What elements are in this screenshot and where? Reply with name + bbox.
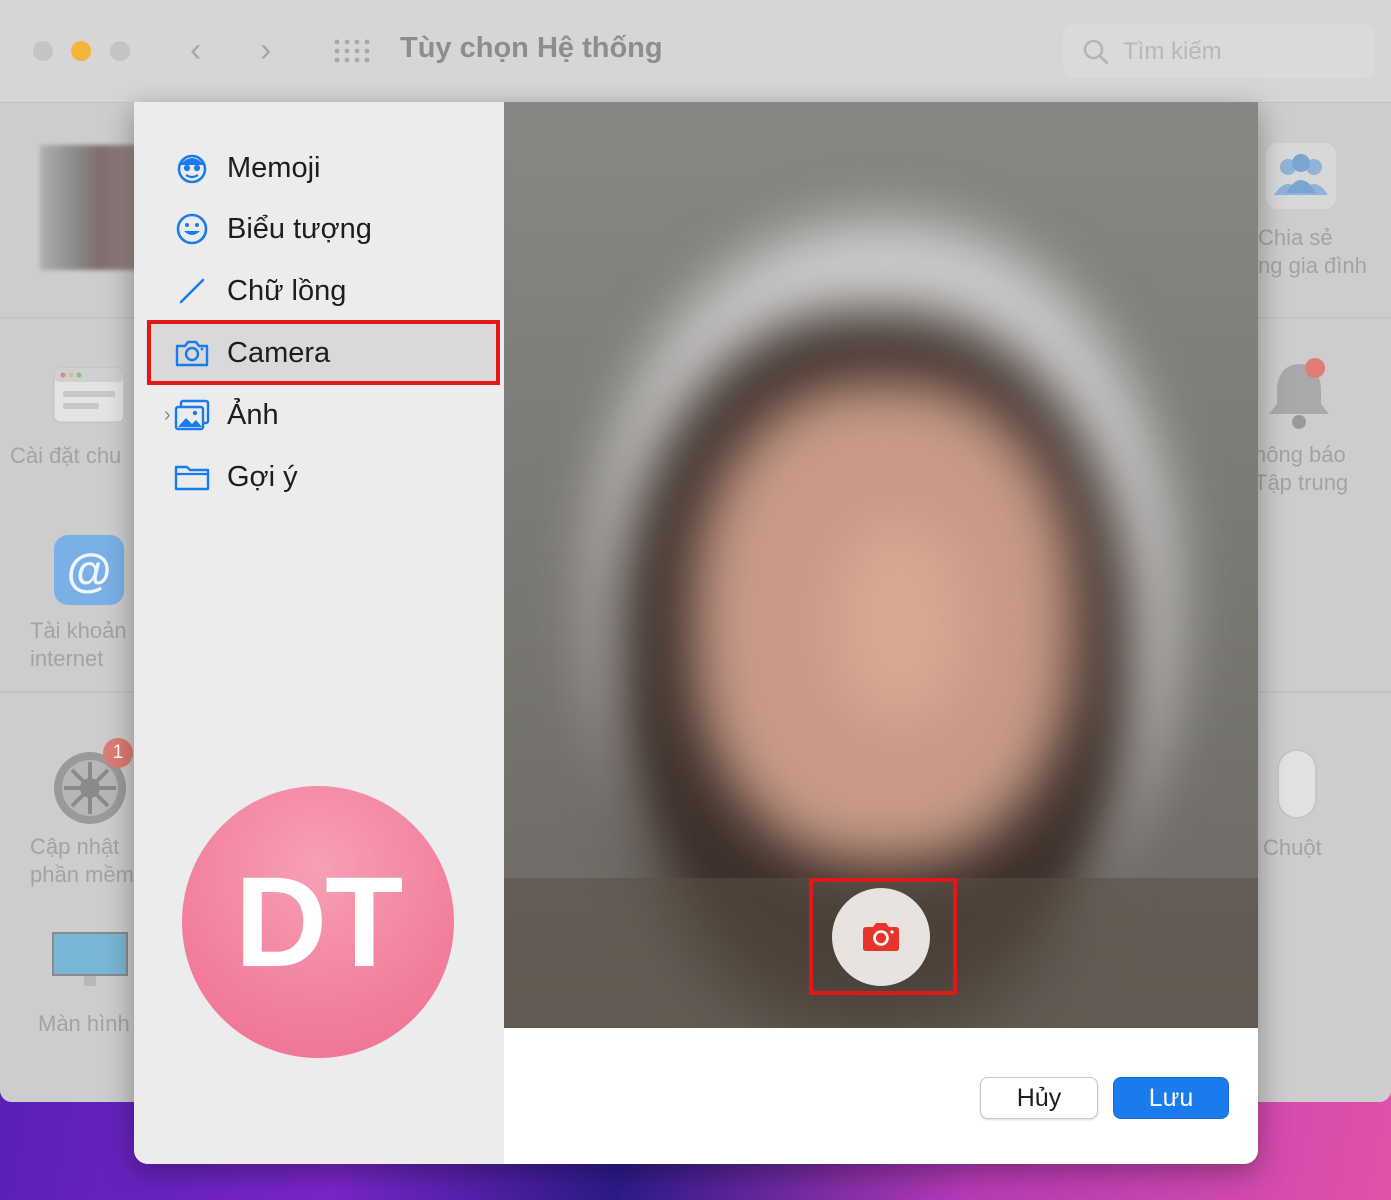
- pref-label-display: Màn hình: [38, 1011, 130, 1036]
- internet-accounts-icon[interactable]: @: [54, 535, 124, 605]
- chevron-right-icon[interactable]: ›: [164, 404, 171, 427]
- family-sharing-icon[interactable]: [1266, 143, 1336, 209]
- sidebar-item-monogram[interactable]: Chữ lồng: [146, 262, 498, 320]
- pref-label-mouse: Chuột: [1263, 835, 1322, 860]
- user-avatar-thumbnail: [40, 145, 140, 270]
- emoji-icon: [174, 211, 210, 247]
- pref-label-family-sharing: Chia sẻ ng gia đình: [1258, 225, 1367, 278]
- save-button[interactable]: Lưu: [1113, 1077, 1229, 1119]
- pref-label-software-update: Cập nhật phần mềm: [30, 834, 134, 887]
- zoom-window-button[interactable]: [110, 41, 130, 61]
- photos-icon: [174, 397, 210, 433]
- pref-label-notifications: hông báo Tập trung: [1254, 442, 1349, 495]
- picture-source-sidebar: Memoji Biểu tượng Chữ lồng Camera › Ảnh …: [134, 102, 504, 1164]
- pref-label-general: Cài đặt chu: [10, 443, 122, 468]
- show-all-grid-icon[interactable]: [333, 38, 371, 64]
- avatar-initials: DT: [234, 850, 404, 994]
- camera-preview: [504, 102, 1258, 1028]
- monogram-avatar: DT: [182, 786, 454, 1058]
- sidebar-item-label: Chữ lồng: [227, 274, 347, 307]
- sidebar-item-memoji[interactable]: Memoji: [146, 139, 498, 197]
- title-bar: ‹ › Tùy chọn Hệ thống Tìm kiếm: [0, 0, 1391, 103]
- general-settings-icon[interactable]: [53, 367, 125, 423]
- sidebar-item-label: Ảnh: [227, 398, 279, 431]
- mouse-icon[interactable]: [1276, 748, 1318, 820]
- window-title: Tùy chọn Hệ thống: [400, 32, 663, 64]
- cancel-button[interactable]: Hủy: [980, 1077, 1098, 1119]
- sidebar-item-label: Biểu tượng: [227, 212, 372, 245]
- picture-picker-sheet: Memoji Biểu tượng Chữ lồng Camera › Ảnh …: [134, 102, 1258, 1164]
- shutter-highlight-box: [809, 878, 957, 995]
- camera-highlight-box: [147, 320, 500, 385]
- pencil-icon: [174, 273, 210, 309]
- sidebar-item-label: Gợi ý: [227, 460, 298, 493]
- search-icon: [1083, 39, 1109, 65]
- display-icon[interactable]: [52, 932, 128, 990]
- back-button[interactable]: ‹: [190, 30, 201, 70]
- search-placeholder: Tìm kiếm: [1123, 38, 1222, 65]
- sidebar-item-label: Memoji: [227, 151, 321, 184]
- memoji-icon: [174, 150, 210, 186]
- update-badge: 1: [103, 738, 133, 768]
- sidebar-item-photos[interactable]: › Ảnh: [146, 386, 498, 444]
- notifications-icon[interactable]: [1264, 356, 1334, 432]
- preview-face-highlight: [834, 522, 964, 722]
- sidebar-item-suggestions[interactable]: Gợi ý: [146, 448, 498, 506]
- forward-button[interactable]: ›: [260, 30, 271, 70]
- folder-icon: [174, 459, 210, 495]
- pref-label-internet-accounts: Tài khoản internet: [30, 618, 127, 671]
- close-window-button[interactable]: [33, 41, 53, 61]
- minimize-window-button[interactable]: [71, 41, 91, 61]
- sidebar-item-emoji[interactable]: Biểu tượng: [146, 200, 498, 258]
